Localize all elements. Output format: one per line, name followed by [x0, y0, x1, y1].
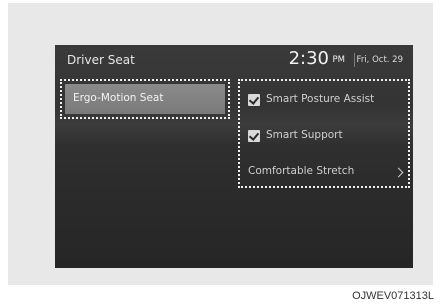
figure-code: OJWEV071313L [352, 290, 434, 302]
option-smart-support[interactable]: Smart Support [248, 127, 406, 147]
options-panel: Smart Posture Assist Smart Support Comfo… [238, 79, 410, 188]
menu-item-ergo-motion-seat[interactable]: Ergo-Motion Seat [65, 84, 225, 114]
clock-date: Fri, Oct. 29 [356, 55, 403, 65]
checkbox-checked-icon[interactable] [248, 94, 260, 106]
clock-time: 2:30 [288, 48, 329, 69]
figure-frame: Driver Seat 2:30 PM Fri, Oct. 29 Ergo-Mo… [8, 3, 433, 285]
menu-list: Ergo-Motion Seat [60, 79, 230, 119]
option-label: Smart Support [266, 129, 343, 141]
chevron-right-icon [393, 167, 404, 178]
option-comfortable-stretch[interactable]: Comfortable Stretch [248, 163, 406, 183]
checkbox-checked-icon[interactable] [248, 130, 260, 142]
title-bar: Driver Seat 2:30 PM Fri, Oct. 29 [55, 45, 413, 75]
infotainment-screen: Driver Seat 2:30 PM Fri, Oct. 29 Ergo-Mo… [55, 45, 413, 268]
option-label: Comfortable Stretch [248, 165, 355, 177]
clock-ampm: PM [332, 55, 345, 65]
divider [354, 53, 355, 67]
option-label: Smart Posture Assist [266, 93, 375, 105]
page-title: Driver Seat [67, 53, 135, 67]
option-smart-posture-assist[interactable]: Smart Posture Assist [248, 91, 406, 111]
menu-item-label: Ergo-Motion Seat [73, 92, 164, 104]
